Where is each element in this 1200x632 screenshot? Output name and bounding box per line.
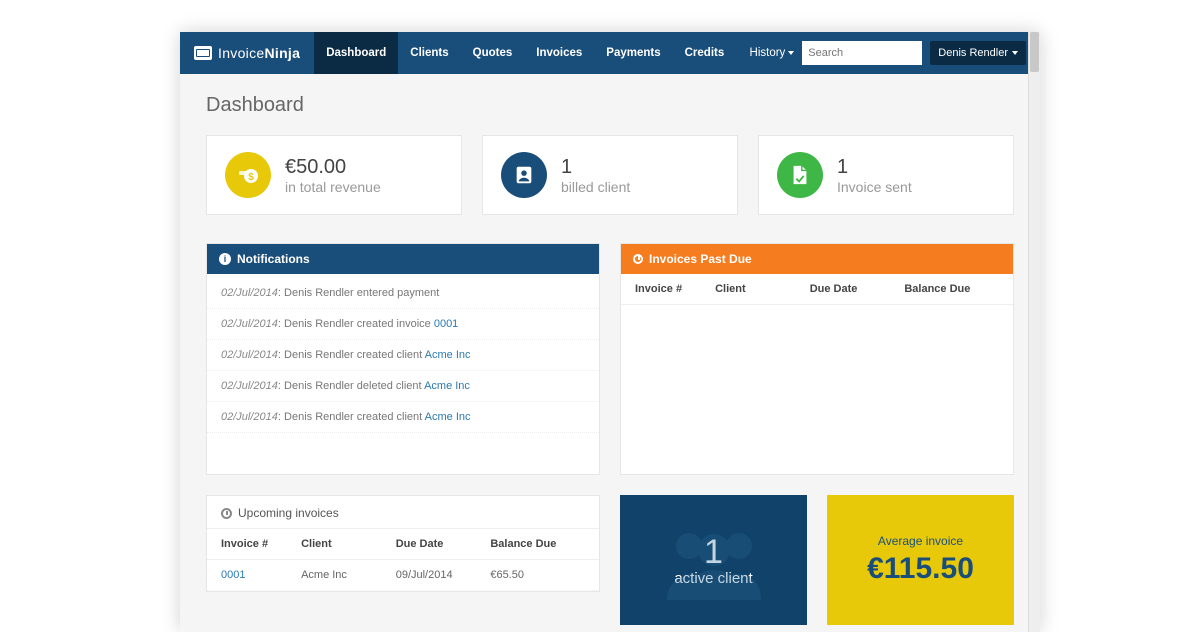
col-due-date: Due Date — [810, 283, 905, 295]
nav-credits[interactable]: Credits — [673, 32, 737, 74]
page-body: Dashboard $ €50.00 in total revenue 1 bi… — [180, 74, 1040, 632]
tile-active-client: 1 active client — [620, 495, 807, 625]
contact-icon — [501, 152, 547, 198]
upcoming-header: Upcoming invoices — [207, 496, 599, 529]
cell-due: 09/Jul/2014 — [396, 569, 491, 581]
panel-title: Notifications — [237, 252, 310, 266]
notification-row: 02/Jul/2014: Denis Rendler created clien… — [207, 340, 599, 371]
cell-client: Acme Inc — [301, 569, 396, 581]
nav-quotes[interactable]: Quotes — [461, 32, 525, 74]
money-icon: $ — [225, 152, 271, 198]
chevron-down-icon — [1012, 51, 1018, 55]
info-icon: i — [219, 253, 231, 265]
stat-value: 1 — [837, 156, 912, 179]
past-due-panel: Invoices Past Due Invoice # Client Due D… — [620, 243, 1014, 475]
invoice-link[interactable]: 0001 — [434, 318, 458, 330]
brand-logo-icon — [194, 46, 212, 60]
app-window: InvoiceNinja Dashboard Clients Quotes In… — [180, 32, 1040, 632]
stat-label: billed client — [561, 179, 630, 195]
people-icon — [620, 495, 807, 625]
col-invoice: Invoice # — [221, 538, 301, 550]
nav-right: History Denis Rendler — [750, 32, 1040, 74]
nav-items: Dashboard Clients Quotes Invoices Paymen… — [314, 32, 736, 74]
tile-label: Average invoice — [878, 534, 963, 548]
brand-text: InvoiceNinja — [218, 45, 300, 61]
stats-row: $ €50.00 in total revenue 1 billed clien… — [206, 135, 1014, 215]
past-due-columns: Invoice # Client Due Date Balance Due — [621, 274, 1013, 305]
client-link[interactable]: Acme Inc — [425, 411, 471, 423]
col-due-date: Due Date — [396, 538, 491, 550]
past-due-header: Invoices Past Due — [621, 244, 1013, 274]
stat-invoice-sent: 1 Invoice sent — [758, 135, 1014, 215]
file-icon — [777, 152, 823, 198]
brand[interactable]: InvoiceNinja — [180, 32, 314, 74]
clock-icon — [221, 508, 232, 519]
notification-row: 02/Jul/2014: Denis Rendler entered payme… — [207, 278, 599, 309]
nav-dashboard[interactable]: Dashboard — [314, 32, 398, 74]
stat-value: 1 — [561, 156, 630, 179]
col-client: Client — [301, 538, 396, 550]
history-label: History — [750, 47, 786, 59]
col-invoice: Invoice # — [635, 283, 715, 295]
nav-payments[interactable]: Payments — [594, 32, 672, 74]
user-menu-button[interactable]: Denis Rendler — [930, 41, 1026, 65]
col-client: Client — [715, 283, 810, 295]
notification-row: 02/Jul/2014: Denis Rendler deleted clien… — [207, 371, 599, 402]
history-dropdown[interactable]: History — [750, 47, 795, 59]
notifications-list: 02/Jul/2014: Denis Rendler entered payme… — [207, 274, 599, 472]
invoice-link[interactable]: 0001 — [221, 569, 301, 581]
client-link[interactable]: Acme Inc — [425, 349, 471, 361]
tile-value: €115.50 — [867, 552, 974, 586]
scrollbar-thumb[interactable] — [1030, 32, 1039, 72]
panel-title: Invoices Past Due — [649, 252, 752, 266]
stat-label: Invoice sent — [837, 179, 912, 195]
chevron-down-icon — [788, 51, 794, 55]
clock-icon — [633, 254, 643, 264]
notifications-header: i Notifications — [207, 244, 599, 274]
page-title: Dashboard — [206, 94, 1014, 117]
client-link[interactable]: Acme Inc — [424, 380, 470, 392]
col-balance: Balance Due — [904, 283, 999, 295]
upcoming-panel: Upcoming invoices Invoice # Client Due D… — [206, 495, 600, 592]
nav-invoices[interactable]: Invoices — [524, 32, 594, 74]
stat-label: in total revenue — [285, 179, 381, 195]
bottom-row: Upcoming invoices Invoice # Client Due D… — [206, 495, 1014, 625]
stat-billed-client: 1 billed client — [482, 135, 738, 215]
tile-average-invoice: Average invoice €115.50 — [827, 495, 1014, 625]
navbar: InvoiceNinja Dashboard Clients Quotes In… — [180, 32, 1040, 74]
notification-row: 02/Jul/2014: Denis Rendler created clien… — [207, 402, 599, 433]
panel-title: Upcoming invoices — [238, 506, 339, 520]
user-name-label: Denis Rendler — [938, 47, 1008, 59]
upcoming-columns: Invoice # Client Due Date Balance Due — [207, 529, 599, 560]
table-row: 0001 Acme Inc 09/Jul/2014 €65.50 — [207, 560, 599, 591]
vertical-scrollbar[interactable] — [1028, 32, 1040, 632]
nav-clients[interactable]: Clients — [398, 32, 460, 74]
search-input[interactable] — [802, 41, 922, 65]
notification-row: 02/Jul/2014: Denis Rendler created invoi… — [207, 309, 599, 340]
stat-value: €50.00 — [285, 156, 381, 179]
summary-tiles: 1 active client Average invoice €115.50 — [620, 495, 1014, 625]
mid-panels: i Notifications 02/Jul/2014: Denis Rendl… — [206, 243, 1014, 475]
notifications-panel: i Notifications 02/Jul/2014: Denis Rendl… — [206, 243, 600, 475]
stat-total-revenue: $ €50.00 in total revenue — [206, 135, 462, 215]
col-balance: Balance Due — [490, 538, 585, 550]
cell-balance: €65.50 — [490, 569, 585, 581]
svg-text:$: $ — [248, 172, 254, 183]
